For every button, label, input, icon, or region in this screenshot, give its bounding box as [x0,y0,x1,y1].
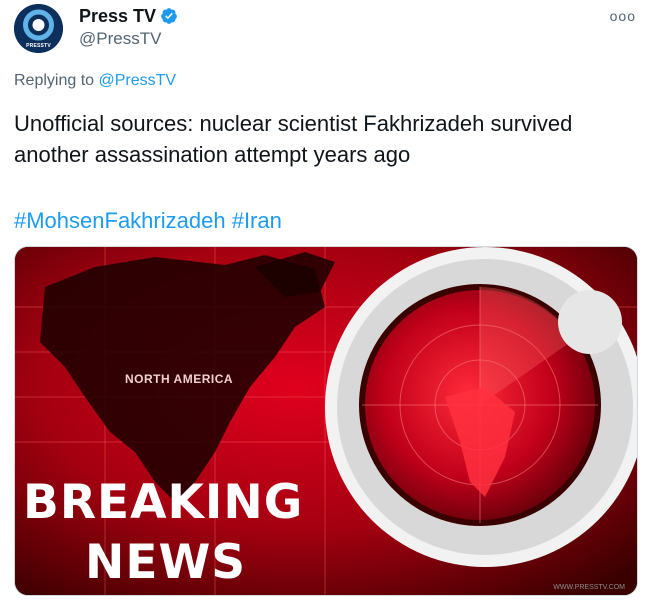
hashtag-link[interactable]: #MohsenFakhrizadeh [14,208,226,233]
replying-to-prefix: Replying to [14,72,99,89]
hashtag-link[interactable]: #Iran [232,208,282,233]
replying-to-link[interactable]: @PressTV [99,72,177,89]
replying-to: Replying to @PressTV [14,72,176,90]
map-label: NORTH AMERICA [125,372,234,386]
hashtags: #MohsenFakhrizadeh #Iran [14,205,282,236]
tweet-media-image[interactable]: NORTH AMERICA BREAKING NEWS WWW.PRESSTV.… [14,246,638,596]
handle[interactable]: @PressTV [79,28,178,50]
account-names: Press TV @PressTV [79,5,178,50]
more-options-icon[interactable]: ooo [610,8,636,24]
headline-breaking: BREAKING [23,475,304,530]
avatar[interactable]: PRESSTV [14,4,63,53]
verified-badge-icon [161,8,177,24]
display-name[interactable]: Press TV [79,5,156,27]
tweet-header: PRESSTV Press TV @PressTV ooo [14,4,644,53]
avatar-text: PRESSTV [26,43,51,49]
tweet-text: Unofficial sources: nuclear scientist Fa… [14,111,573,167]
headline-news: NEWS [85,535,247,590]
watermark: WWW.PRESSTV.COM [553,584,625,591]
display-name-row: Press TV [79,5,178,27]
